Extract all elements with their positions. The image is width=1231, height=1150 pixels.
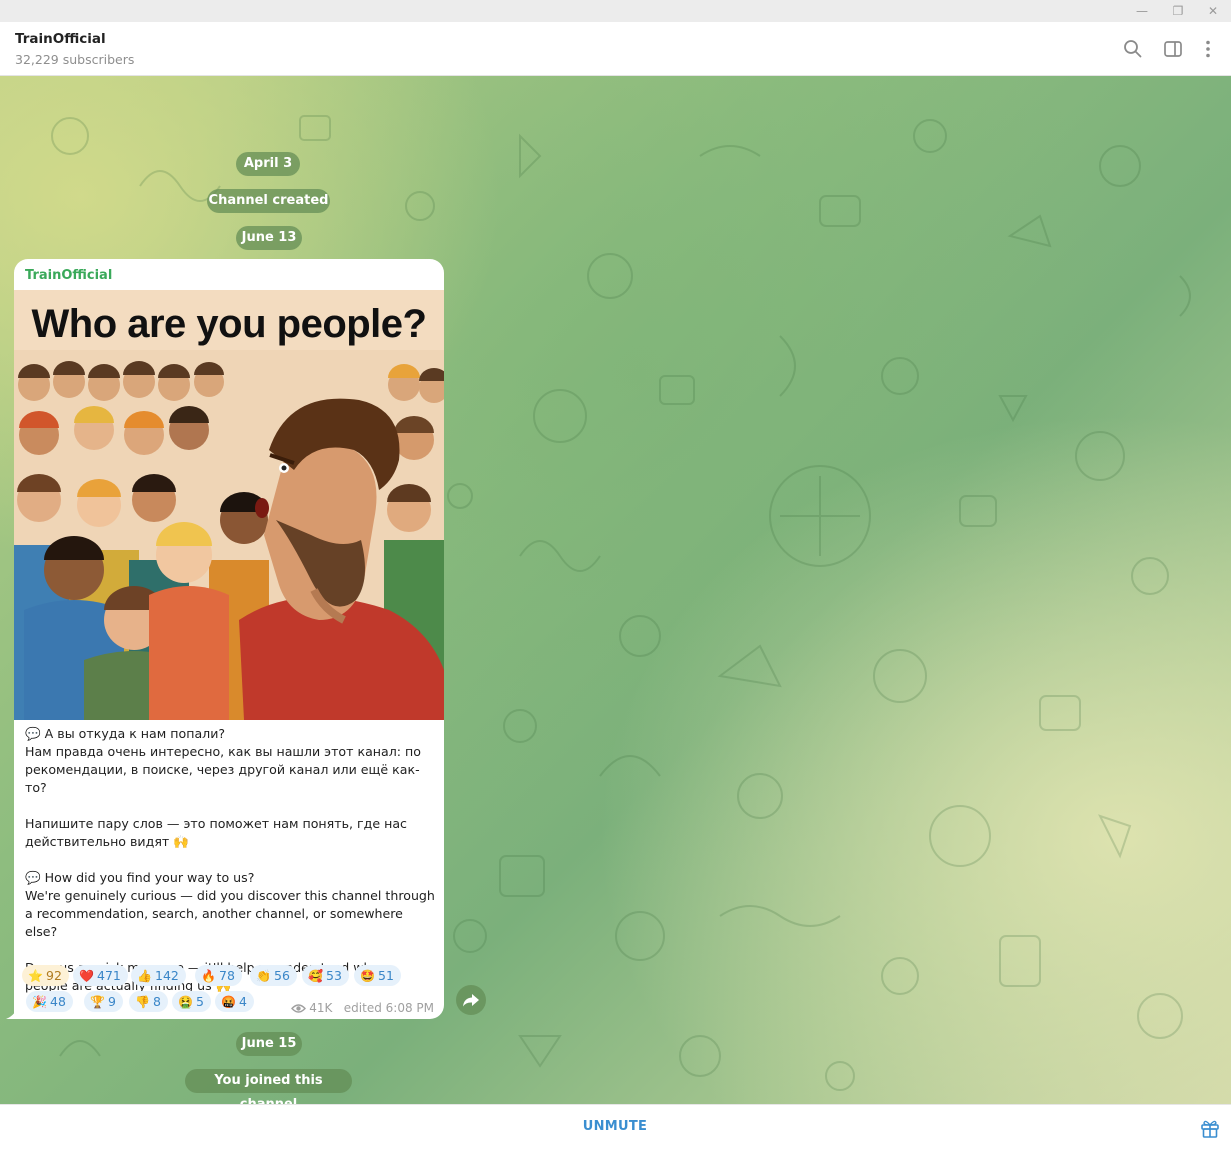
close-button[interactable]: ✕ — [1205, 3, 1221, 19]
eye-icon — [291, 1003, 307, 1017]
fire-icon: 🔥 — [201, 969, 216, 983]
date-separator: April 3 — [236, 152, 300, 176]
reaction-chip-thumbs-down[interactable]: 👎 8 — [129, 991, 168, 1012]
chat-header[interactable]: TrainOfficial 32,229 subscribers — [0, 22, 1231, 76]
service-message-created: Channel created — [207, 189, 330, 213]
reaction-count: 471 — [97, 968, 121, 983]
unmute-button[interactable]: UNMUTE — [565, 1119, 665, 1134]
smiling-hearts-icon: 🥰 — [308, 969, 323, 983]
reaction-count: 78 — [219, 968, 235, 983]
channel-title[interactable]: TrainOfficial — [15, 31, 106, 47]
subscriber-count: 32,229 subscribers — [15, 52, 135, 67]
forward-button[interactable] — [456, 985, 486, 1015]
reaction-chip-star[interactable]: ⭐ 92 — [22, 965, 69, 986]
reaction-chip-thumbs-up[interactable]: 👍 142 — [131, 965, 186, 986]
reaction-count: 48 — [50, 994, 66, 1009]
service-message-joined: You joined this channel — [185, 1069, 352, 1104]
trophy-icon: 🏆 — [90, 995, 105, 1009]
crowd-illustration — [14, 350, 444, 720]
reaction-count: 5 — [196, 994, 204, 1009]
restore-button[interactable]: ❐ — [1170, 3, 1186, 19]
message-text: 💬 А вы откуда к нам попали? Нам правда о… — [25, 726, 435, 993]
bottom-bar: UNMUTE — [0, 1104, 1231, 1150]
party-popper-icon: 🎉 — [32, 995, 47, 1009]
reaction-count: 142 — [155, 968, 179, 983]
reaction-count: 9 — [108, 994, 116, 1009]
cursing-face-icon: 🤬 — [221, 995, 236, 1009]
vomit-face-icon: 🤮 — [178, 995, 193, 1009]
date-separator: June 15 — [236, 1032, 302, 1056]
thumbs-up-icon: 👍 — [137, 969, 152, 983]
edited-time: edited 6:08 PM — [343, 1001, 434, 1015]
reaction-chip-party[interactable]: 🎉 48 — [26, 991, 73, 1012]
thumbs-down-icon: 👎 — [135, 995, 150, 1009]
date-separator: June 13 — [236, 226, 302, 250]
message-bubble[interactable]: TrainOfficial Who are you people? 💬 А вы… — [14, 259, 444, 1019]
reaction-count: 4 — [239, 994, 247, 1009]
reaction-chip-clap[interactable]: 👏 56 — [250, 965, 297, 986]
reaction-count: 53 — [326, 968, 342, 983]
reaction-chip-trophy[interactable]: 🏆 9 — [84, 991, 123, 1012]
sidebar-toggle-icon[interactable] — [1162, 38, 1184, 60]
reaction-count: 51 — [378, 968, 394, 983]
chat-area[interactable]: April 3 Channel created June 13 TrainOff… — [0, 76, 1231, 1104]
reaction-chip-cursing[interactable]: 🤬 4 — [215, 991, 254, 1012]
minimize-button[interactable]: — — [1134, 3, 1150, 19]
gift-icon[interactable] — [1199, 1117, 1221, 1139]
reaction-chip-hearts-face[interactable]: 🥰 53 — [302, 965, 349, 986]
message-meta: 41K edited 6:08 PM — [291, 1001, 434, 1017]
reaction-chip-fire[interactable]: 🔥 78 — [195, 965, 242, 986]
reaction-count: 56 — [274, 968, 290, 983]
clap-icon: 👏 — [256, 969, 271, 983]
message-photo[interactable]: Who are you people? — [14, 290, 444, 720]
heart-icon: ❤️ — [79, 969, 94, 983]
reaction-count: 92 — [46, 968, 62, 983]
reaction-count: 8 — [153, 994, 161, 1009]
search-icon[interactable] — [1122, 38, 1144, 60]
forward-icon — [463, 994, 479, 1007]
view-count: 41K — [309, 1001, 333, 1015]
window-titlebar: — ❐ ✕ — [0, 0, 1231, 22]
more-vertical-icon[interactable] — [1197, 38, 1219, 60]
reaction-chip-star-struck[interactable]: 🤩 51 — [354, 965, 401, 986]
reaction-chip-heart[interactable]: ❤️ 471 — [73, 965, 128, 986]
star-icon: ⭐ — [28, 969, 43, 983]
message-author[interactable]: TrainOfficial — [25, 268, 112, 283]
reaction-chip-vomit[interactable]: 🤮 5 — [172, 991, 211, 1012]
star-struck-icon: 🤩 — [360, 969, 375, 983]
